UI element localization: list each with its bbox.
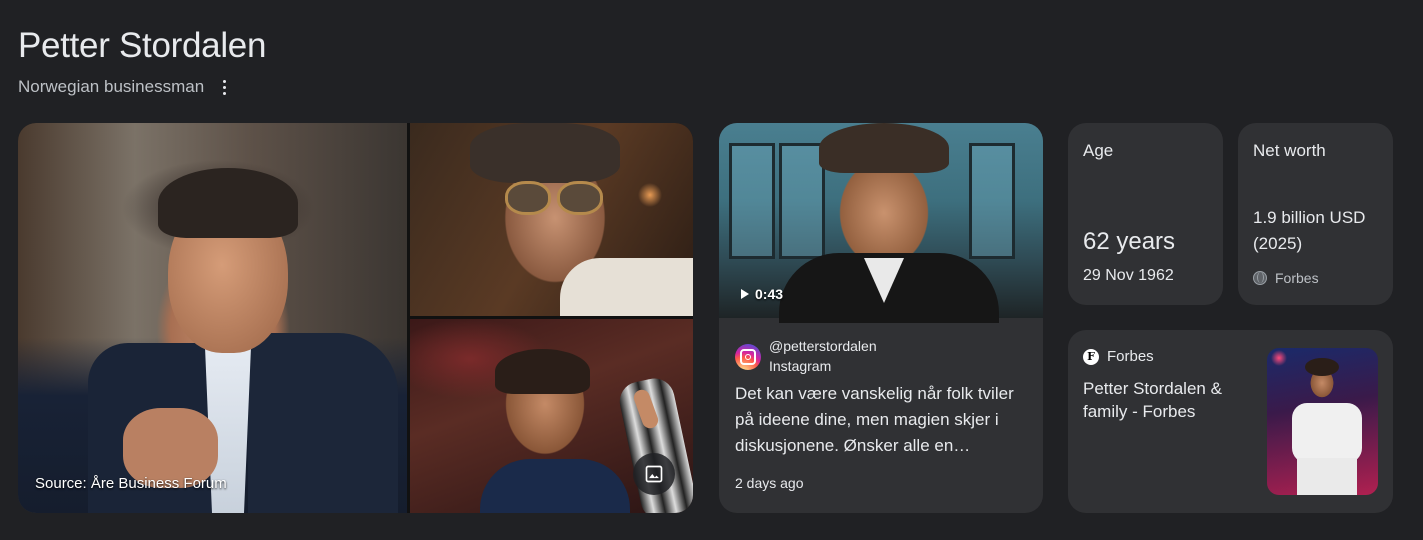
net-worth-source-link[interactable]: Forbes <box>1253 270 1319 286</box>
image-source-caption: Source: Åre Business Forum <box>35 475 227 492</box>
age-label: Age <box>1083 141 1114 160</box>
video-platform: Instagram <box>769 358 832 374</box>
video-account: @petterstordalen <box>769 338 877 354</box>
forbes-f-icon: F <box>1083 348 1099 365</box>
age-value: 62 years <box>1083 228 1176 255</box>
age-fact-card[interactable]: Age 62 years 29 Nov 1962 <box>1068 123 1223 305</box>
net-worth-value: 1.9 billion USD (2025) <box>1253 208 1366 253</box>
video-duration: 0:43 <box>741 286 783 302</box>
article-title[interactable]: Petter Stordalen & family - Forbes <box>1083 377 1253 423</box>
birth-date: 29 Nov 1962 <box>1083 267 1174 284</box>
play-icon <box>741 289 749 299</box>
subtitle-text: Norwegian businessman <box>18 77 205 96</box>
image-gallery-icon[interactable] <box>633 453 675 495</box>
article-thumbnail[interactable] <box>1267 348 1378 495</box>
forbes-article-card[interactable]: F Forbes Petter Stordalen & family - For… <box>1068 330 1393 513</box>
video-source: @petterstordalen Instagram <box>735 336 877 376</box>
duration-text: 0:43 <box>755 286 784 302</box>
more-vert-icon[interactable] <box>214 76 234 98</box>
page-title: Petter Stordalen <box>18 26 267 65</box>
video-description: Det kan være vanskelig når folk tviler p… <box>735 384 1014 455</box>
video-timestamp: 2 days ago <box>735 475 804 491</box>
image-collage: Source: Åre Business Forum <box>18 123 693 513</box>
net-worth-fact-card[interactable]: Net worth 1.9 billion USD (2025) Forbes <box>1238 123 1393 305</box>
globe-icon <box>1253 271 1267 285</box>
net-worth-label: Net worth <box>1253 141 1326 160</box>
article-source: F Forbes <box>1083 348 1154 365</box>
instagram-video-card[interactable]: 0:43 @petterstordalen Instagram Det kan … <box>719 123 1043 513</box>
photo-stage[interactable] <box>410 319 693 513</box>
subtitle: Norwegian businessman <box>18 76 234 98</box>
video-thumbnail[interactable]: 0:43 <box>719 123 1043 323</box>
instagram-icon <box>735 344 761 370</box>
photo-sunglasses[interactable] <box>410 123 693 316</box>
article-source-name: Forbes <box>1107 348 1154 365</box>
main-photo[interactable]: Source: Åre Business Forum <box>18 123 407 513</box>
net-worth-source: Forbes <box>1275 270 1319 286</box>
